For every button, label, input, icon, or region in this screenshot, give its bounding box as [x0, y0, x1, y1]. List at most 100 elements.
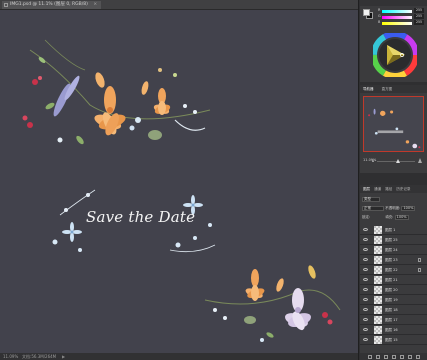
slider-b-track[interactable]	[382, 22, 412, 25]
layer-name[interactable]: 图层 22	[385, 265, 398, 275]
slider-g-label: G	[378, 14, 381, 18]
slider-b-value[interactable]: 255	[414, 20, 424, 25]
document-canvas[interactable]: Save the Date	[0, 10, 358, 353]
group-folder-icon[interactable]	[400, 354, 404, 359]
tab-histogram[interactable]: 直方图	[382, 87, 393, 91]
link-layers-icon[interactable]	[368, 354, 372, 359]
status-menu-arrow-icon[interactable]: ▶	[62, 353, 65, 360]
adjustment-icon[interactable]	[392, 354, 396, 359]
slider-b[interactable]: B 255	[378, 20, 424, 26]
status-zoom[interactable]: 11.09%	[3, 353, 18, 360]
layer-row[interactable]: 图层 16	[360, 325, 427, 335]
tab-paths[interactable]: 路径	[385, 187, 392, 191]
layer-thumbnail	[374, 236, 382, 244]
layer-row[interactable]: 图层 15	[360, 335, 427, 345]
slider-g-value[interactable]: 255	[414, 14, 424, 19]
navigator-zoom-knob[interactable]	[396, 158, 400, 163]
layer-effects-icon[interactable]	[418, 258, 421, 262]
fill-label: 填充:	[385, 215, 394, 219]
layer-name[interactable]: 图层 25	[385, 235, 398, 245]
tab-history[interactable]: 历史记录	[396, 187, 410, 191]
visibility-eye-icon[interactable]	[363, 328, 368, 331]
fx-icon[interactable]	[376, 354, 380, 359]
visibility-eye-icon[interactable]	[363, 278, 368, 281]
visibility-eye-icon[interactable]	[363, 338, 368, 341]
fg-bg-swatches[interactable]	[363, 9, 373, 19]
bottom-floral-cluster	[204, 265, 341, 342]
layer-row[interactable]: 图层 22	[360, 265, 427, 275]
layer-row[interactable]: 图层 21	[360, 275, 427, 285]
layer-row[interactable]: 图层 23	[360, 255, 427, 265]
artwork	[22, 39, 341, 342]
layer-thumbnail	[374, 286, 382, 294]
layer-row[interactable]: 图层 17	[360, 315, 427, 325]
layer-name[interactable]: 图层 17	[385, 315, 398, 325]
slider-r-track[interactable]	[382, 10, 412, 13]
layer-name[interactable]: 图层 19	[385, 295, 398, 305]
tab-navigator[interactable]: 导航器	[363, 87, 374, 91]
document-tab[interactable]: IMG1.psd @ 11.1% (图层 0, RGB/8) ×	[2, 1, 102, 9]
layer-name[interactable]: 图层 18	[385, 305, 398, 315]
layer-filter-select[interactable]: 类型	[362, 196, 380, 202]
slider-b-label: B	[378, 20, 381, 24]
layer-thumbnail	[374, 226, 382, 234]
layer-row[interactable]: 图层 1	[360, 225, 427, 235]
layer-name[interactable]: 图层 20	[385, 285, 398, 295]
layer-row[interactable]: 图层 25	[360, 235, 427, 245]
visibility-eye-icon[interactable]	[363, 238, 368, 241]
layer-row[interactable]: 图层 20	[360, 285, 427, 295]
layer-thumbnail	[374, 316, 382, 324]
blend-mode-select[interactable]: 正常	[362, 205, 384, 211]
foreground-color-swatch[interactable]	[363, 9, 370, 16]
layer-name[interactable]: 图层 15	[385, 335, 398, 345]
layer-effects-icon[interactable]	[418, 268, 421, 272]
layer-thumbnail	[374, 326, 382, 334]
zoom-in-icon[interactable]	[418, 158, 422, 163]
lock-fill-row: 锁定: 填充: 100%	[362, 214, 425, 220]
photoshop-window: IMG1.psd @ 11.1% (图层 0, RGB/8) × Save th…	[0, 0, 427, 360]
layer-name[interactable]: 图层 16	[385, 325, 398, 335]
visibility-eye-icon[interactable]	[363, 258, 368, 261]
navigator-zoom-value[interactable]: 11.09%	[363, 158, 376, 162]
right-panel-column: R 255 G 255 B 255 导航器 直方图 11.09% 图层 通道 路…	[358, 0, 427, 360]
status-bar: 11.09% 文档:56.3M/264M ▶	[0, 353, 358, 360]
visibility-eye-icon[interactable]	[363, 288, 368, 291]
navigator-zoom: 11.09%	[363, 158, 424, 164]
trash-icon[interactable]	[416, 354, 420, 359]
layer-thumbnail	[374, 336, 382, 344]
layer-thumbnail	[374, 276, 382, 284]
layer-name[interactable]: 图层 21	[385, 275, 398, 285]
lock-label: 锁定:	[362, 215, 371, 219]
visibility-eye-icon[interactable]	[363, 248, 368, 251]
layer-thumbnail	[374, 246, 382, 254]
blend-opacity-row: 正常 不透明度: 100%	[362, 205, 425, 211]
slider-r-value[interactable]: 255	[414, 8, 424, 13]
fill-input[interactable]: 100%	[394, 214, 409, 220]
color-wheel[interactable]	[373, 33, 417, 77]
opacity-input[interactable]: 100%	[401, 205, 416, 211]
visibility-eye-icon[interactable]	[363, 268, 368, 271]
layer-row[interactable]: 图层 18	[360, 305, 427, 315]
layer-name[interactable]: 图层 23	[385, 255, 398, 265]
navigator-panel: 导航器 直方图 11.09%	[360, 85, 427, 173]
visibility-eye-icon[interactable]	[363, 298, 368, 301]
visibility-eye-icon[interactable]	[363, 228, 368, 231]
navigator-thumbnail[interactable]	[363, 96, 424, 152]
layer-row[interactable]: 图层 19	[360, 295, 427, 305]
document-tab-title: IMG1.psd @ 11.1% (图层 0, RGB/8)	[10, 2, 88, 7]
visibility-eye-icon[interactable]	[363, 308, 368, 311]
layer-thumbnail	[374, 296, 382, 304]
layer-name[interactable]: 图层 24	[385, 245, 398, 255]
layer-row[interactable]: 图层 24	[360, 245, 427, 255]
mask-icon[interactable]	[384, 354, 388, 359]
slider-g-track[interactable]	[382, 16, 412, 19]
layer-name[interactable]: 图层 1	[385, 225, 395, 235]
navigator-preview	[368, 108, 421, 149]
tab-layers[interactable]: 图层	[363, 187, 370, 191]
zoom-out-icon[interactable]	[372, 159, 374, 162]
new-layer-icon[interactable]	[408, 354, 412, 359]
tab-channels[interactable]: 通道	[374, 187, 381, 191]
layer-list: 图层 1 图层 25 图层 24 图层 23 图层 22 图层 21 图层 20 图层 19 图…	[360, 225, 427, 352]
close-icon[interactable]: ×	[93, 2, 97, 7]
visibility-eye-icon[interactable]	[363, 318, 368, 321]
